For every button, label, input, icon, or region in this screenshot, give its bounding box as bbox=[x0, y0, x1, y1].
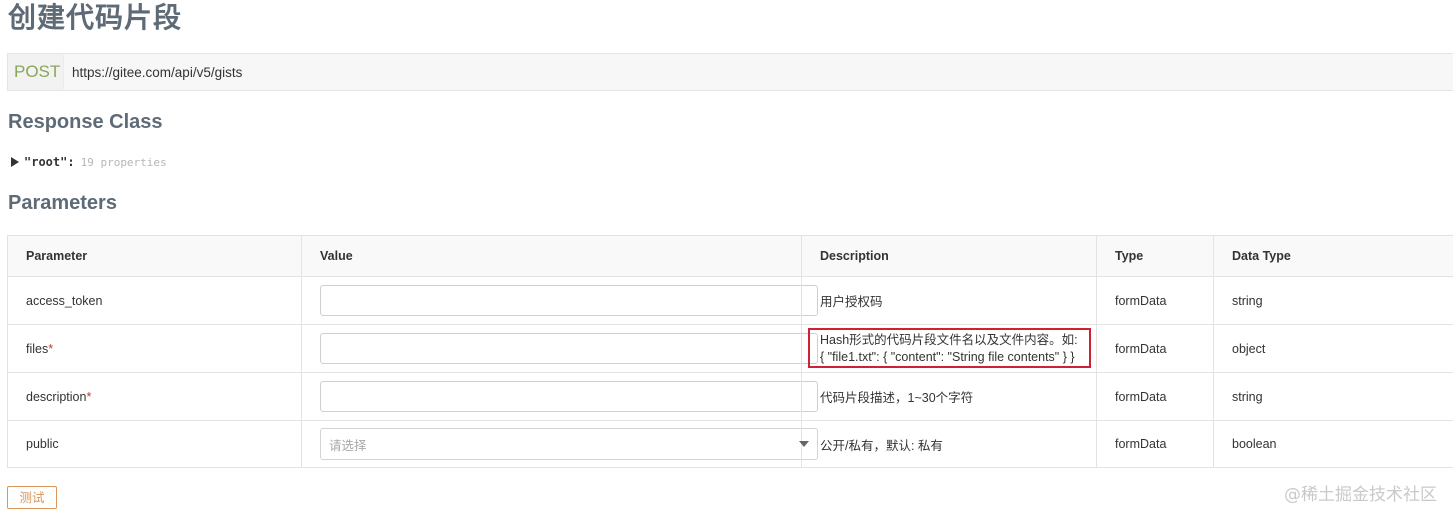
param-data-type: string bbox=[1213, 372, 1453, 421]
param-data-type: string bbox=[1213, 276, 1453, 325]
parameters-heading: Parameters bbox=[8, 192, 117, 214]
param-description: Hash形式的代码片段文件名以及文件内容。如: { "file1.txt": {… bbox=[801, 324, 1097, 373]
try-button[interactable]: 测试 bbox=[7, 486, 57, 509]
http-method: POST bbox=[8, 54, 64, 90]
access-token-input[interactable] bbox=[320, 285, 818, 316]
model-signature[interactable]: "root": 19 properties bbox=[11, 155, 167, 169]
param-value-cell bbox=[301, 276, 818, 325]
column-header-data-type: Data Type bbox=[1213, 235, 1453, 277]
param-name: description bbox=[26, 389, 87, 404]
chevron-down-icon[interactable] bbox=[799, 441, 809, 447]
param-type: formData bbox=[1096, 420, 1214, 468]
param-name-cell: access_token bbox=[7, 276, 302, 325]
param-type: formData bbox=[1096, 276, 1214, 325]
table-header-row: Parameter Value Description Type Data Ty… bbox=[7, 235, 1453, 277]
endpoint-url: https://gitee.com/api/v5/gists bbox=[72, 64, 243, 80]
param-name-cell: public bbox=[7, 420, 302, 468]
parameters-table: Parameter Value Description Type Data Ty… bbox=[7, 235, 1453, 468]
param-value-cell: 请选择 bbox=[301, 420, 818, 468]
description-input[interactable] bbox=[320, 381, 818, 412]
description-text: 代码片段描述，1~30个字符 bbox=[820, 391, 974, 405]
required-marker: * bbox=[48, 341, 54, 356]
param-value-cell bbox=[301, 324, 818, 373]
param-description: 用户授权码 bbox=[801, 276, 1097, 325]
param-name-cell: description* bbox=[7, 372, 302, 421]
param-name: files bbox=[26, 341, 49, 356]
table-row: public 请选择 公开/私有，默认: 私有 formData boolean bbox=[7, 420, 1453, 468]
expand-triangle-icon[interactable] bbox=[11, 157, 19, 167]
watermark: @稀土掘金技术社区 bbox=[1284, 485, 1437, 505]
column-header-description: Description bbox=[801, 235, 1097, 277]
page-title: 创建代码片段 bbox=[8, 1, 183, 34]
description-text: Hash形式的代码片段文件名以及文件内容。如: { "file1.txt": {… bbox=[820, 332, 1078, 364]
param-name: access_token bbox=[26, 293, 103, 308]
model-properties-count: 19 properties bbox=[80, 155, 167, 169]
column-header-type: Type bbox=[1096, 235, 1214, 277]
param-value-cell bbox=[301, 372, 818, 421]
column-header-value: Value bbox=[301, 235, 802, 277]
table-row: files* Hash形式的代码片段文件名以及文件内容。如: { "file1.… bbox=[7, 324, 1453, 373]
param-type: formData bbox=[1096, 372, 1214, 421]
param-type: formData bbox=[1096, 324, 1214, 373]
param-description: 代码片段描述，1~30个字符 bbox=[801, 372, 1097, 421]
param-description: 公开/私有，默认: 私有 bbox=[801, 420, 1097, 468]
files-input[interactable] bbox=[320, 333, 818, 364]
public-select[interactable]: 请选择 bbox=[320, 428, 818, 460]
endpoint-bar: POST https://gitee.com/api/v5/gists bbox=[7, 53, 1453, 91]
table-row: description* 代码片段描述，1~30个字符 formData str… bbox=[7, 372, 1453, 421]
param-name-cell: files* bbox=[7, 324, 302, 373]
param-data-type: object bbox=[1213, 324, 1453, 373]
description-text: 用户授权码 bbox=[820, 295, 883, 309]
table-row: access_token 用户授权码 formData string bbox=[7, 276, 1453, 325]
response-class-heading: Response Class bbox=[8, 111, 163, 133]
param-data-type: boolean bbox=[1213, 420, 1453, 468]
model-name[interactable]: "root": bbox=[24, 155, 75, 169]
select-placeholder: 请选择 bbox=[329, 438, 367, 453]
column-header-parameter: Parameter bbox=[7, 235, 302, 277]
required-marker: * bbox=[86, 389, 92, 404]
description-text: 公开/私有，默认: 私有 bbox=[820, 438, 943, 453]
param-name: public bbox=[26, 437, 59, 451]
